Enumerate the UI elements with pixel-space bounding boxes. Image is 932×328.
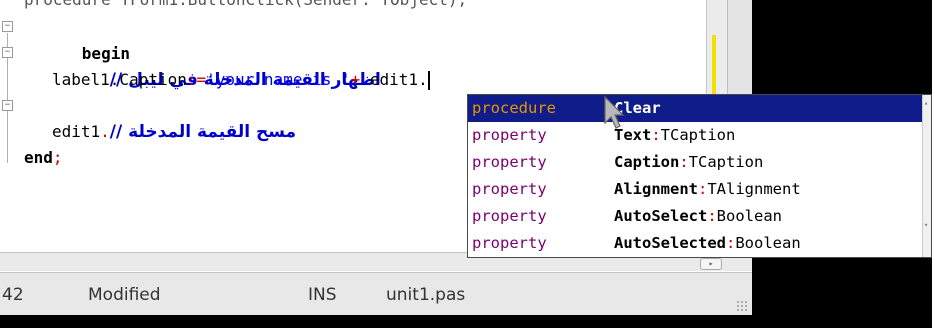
code-line-assign: label1.Caption:='your name is '+ edit1. [52,67,430,93]
item-name: AutoSelected [614,234,726,252]
fold-toggle-icon[interactable]: − [2,21,13,32]
fold-gutter: − − − [0,0,18,252]
code-line-comment: // اظهار القيمة المدخلة في ليبل [52,41,381,90]
file-name: unit1.pas [386,285,466,305]
item-kind: property [472,234,547,252]
completion-item[interactable]: property Alignment:TAlignment [468,176,922,203]
code-completion-popup[interactable]: procedure Clear property Text:TCaption p… [467,94,932,258]
item-type: TAlignment [707,180,801,198]
item-type: Boolean [716,207,782,225]
keyword: end [24,148,53,167]
desktop-background [0,315,752,328]
item-kind: property [472,126,547,144]
modified-indicator: Modified [88,285,161,305]
item-kind: property [472,180,547,198]
item-type: TCaption [688,153,764,171]
identifier: label1.Caption [52,70,187,89]
insert-mode: INS [308,285,337,305]
item-kind: procedure [472,99,556,117]
completion-list[interactable]: procedure Clear property Text:TCaption p… [468,95,922,257]
operator: := [186,70,207,89]
operator: ; [52,148,63,167]
status-bar: 42 Modified INS unit1.pas [0,272,752,315]
code-line-comment: // مسح القيمة المدخلة [52,93,296,142]
code-line-procedure: procedure TForm1.ButtonClick(Sender: TOb… [24,0,467,9]
code-line-edit: edit1. [52,119,110,145]
completion-scrollbar[interactable] [922,95,931,257]
completion-item[interactable]: property Text:TCaption [468,122,922,149]
colon: : [725,234,736,252]
scroll-right-icon[interactable]: ▸ [700,258,722,270]
scroll-up-icon[interactable]: ▴ [924,99,930,107]
completion-item[interactable]: procedure Clear [468,95,922,122]
item-signature: Caption:TCaption [614,149,763,176]
fold-toggle-icon[interactable]: − [2,100,13,111]
code-line-begin: begin [24,15,130,63]
mouse-pointer-icon [604,95,625,129]
comment-text: // مسح القيمة المدخلة [109,122,297,142]
completion-item[interactable]: property AutoSelect:Boolean [468,203,922,230]
colon: : [651,126,661,144]
item-kind: property [472,207,547,225]
fold-toggle-icon[interactable]: − [2,47,13,58]
item-signature: Alignment:TAlignment [614,176,801,203]
scroll-down-icon[interactable]: ▾ [924,221,930,229]
operator: + [350,70,361,89]
code-line-end: end; [24,145,63,171]
item-signature: AutoSelect:Boolean [614,203,782,230]
colon: : [679,153,689,171]
change-marker [712,35,716,95]
item-kind: property [472,153,547,171]
string-literal: 'your name is ' [206,70,351,89]
colon: : [707,207,717,225]
resize-grip-icon[interactable] [736,300,748,312]
item-name: Alignment [614,180,698,198]
item-type: TCaption [660,126,736,144]
identifier: edit1. [360,70,428,89]
item-name: Caption [614,153,680,171]
item-name: AutoSelect [614,207,708,225]
colon: : [698,180,708,198]
completion-item[interactable]: property AutoSelected:Boolean [468,230,922,257]
identifier: edit1 [52,122,101,141]
operator: . [100,122,110,141]
item-type: Boolean [735,234,801,252]
cursor-position: 42 [2,285,24,305]
completion-item[interactable]: property Caption:TCaption [468,149,922,176]
item-signature: Text:TCaption [614,122,735,149]
text-caret [427,71,430,90]
item-signature: AutoSelected:Boolean [614,230,801,257]
